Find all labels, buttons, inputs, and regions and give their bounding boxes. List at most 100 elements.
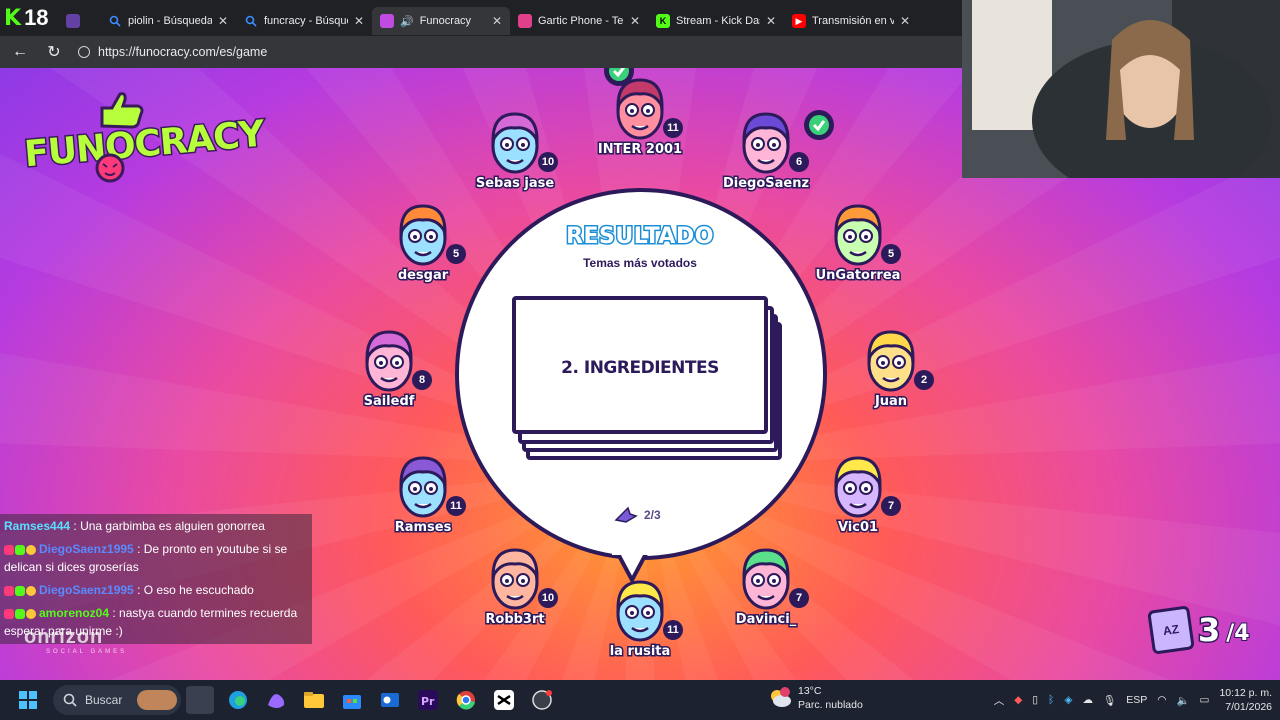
capcut-icon[interactable] (490, 686, 518, 714)
chevron-up-icon[interactable]: ︿ (994, 693, 1005, 708)
edge-icon[interactable] (224, 686, 252, 714)
player-avatar: Robb3rt 10 (460, 546, 570, 636)
player-name: Sebas jase (474, 175, 555, 193)
task-view-icon[interactable] (186, 686, 214, 714)
player-score: 2 (914, 370, 934, 390)
chat-username: amorenoz04 (39, 606, 110, 620)
avatar-face (742, 548, 790, 610)
avatar-face (834, 204, 882, 266)
close-icon[interactable]: ✕ (900, 14, 910, 28)
player-score: 5 (881, 244, 901, 264)
chat-username: DiegoSaenz1995 (39, 583, 134, 597)
player-name: Davinci_ (734, 611, 797, 629)
player-name: Juan (873, 393, 908, 411)
round-current: 3 (1196, 610, 1221, 651)
tab-gartic-phone[interactable]: Gartic Phone - Tele ✕ (510, 7, 648, 35)
player-avatar: Davinci_ 7 (711, 546, 821, 636)
premiere-icon[interactable]: Pr (414, 686, 442, 714)
clock[interactable]: 10:12 p. m. 7/01/2026 (1219, 686, 1272, 714)
kick-viewer-counter: K 18 (0, 0, 58, 36)
wifi-icon[interactable]: ◠ (1157, 694, 1166, 706)
copilot-icon[interactable] (262, 686, 290, 714)
avatar-face (834, 456, 882, 518)
bluetooth-icon[interactable]: ᛒ (1048, 694, 1054, 706)
player-avatar: desgar 5 (368, 202, 478, 292)
system-tray: ︿ ◆ ▯ ᛒ ◈ ☁ 🎙 ESP ◠ 🔈 ▭ 10:12 p. m. 7/01… (994, 680, 1280, 720)
chrome-icon[interactable] (452, 686, 480, 714)
avatar-face (399, 456, 447, 518)
webcam-overlay (962, 0, 1280, 178)
address-bar: ← ↻ https://funocracy.com/es/game (0, 36, 962, 68)
battery-icon[interactable]: ▭ (1200, 694, 1210, 706)
badge-icon (26, 545, 36, 555)
tab-funocracy[interactable]: 🔊 Funocracy ✕ (372, 7, 510, 35)
onedrive-icon[interactable]: ☁ (1082, 694, 1093, 706)
player-avatar: Sailedf 8 (334, 328, 444, 418)
funocracy-logo: FUNOCRACY (21, 92, 267, 186)
youtube-icon: ▶ (792, 14, 806, 28)
player-avatar: DiegoSaenz 6 (711, 110, 834, 200)
file-explorer-icon[interactable] (300, 686, 328, 714)
vote-progress: 2/3 (614, 506, 661, 524)
volume-icon[interactable]: 🔈 (1176, 694, 1189, 707)
reload-icon[interactable]: ↻ (44, 42, 64, 62)
tab-youtube-live[interactable]: ▶ Transmisión en viv ✕ (784, 7, 918, 35)
tab-funcracy-search[interactable]: funcracy - Búsqueda ✕ (236, 7, 372, 35)
chat-message: DiegoSaenz1995 : De pronto en youtube si… (4, 540, 308, 576)
taskbar-search[interactable]: Buscar (53, 685, 181, 715)
chat-badges (4, 586, 36, 596)
usb-icon[interactable]: ▯ (1032, 694, 1038, 706)
twitch-icon (66, 14, 80, 28)
badge-icon (15, 545, 25, 555)
obs-icon[interactable] (528, 686, 556, 714)
badge-icon (15, 586, 25, 596)
language-indicator[interactable]: ESP (1126, 694, 1147, 706)
funocracy-icon (380, 14, 394, 28)
close-icon[interactable]: ✕ (630, 14, 640, 28)
round-counter: AZ 3 /4 (1147, 605, 1251, 655)
search-highlight-icon (137, 690, 177, 710)
player-score: 6 (789, 152, 809, 172)
tab-kick-dashboard[interactable]: K Stream - Kick Dash ✕ (648, 7, 784, 35)
close-icon[interactable]: ✕ (354, 14, 364, 28)
security-shield-icon[interactable]: ◆ (1014, 694, 1022, 706)
player-avatar: Juan 2 (836, 328, 946, 418)
badge-icon (4, 609, 14, 619)
outlook-icon[interactable] (376, 686, 404, 714)
defender-icon[interactable]: ◈ (1064, 694, 1072, 706)
speaker-icon[interactable]: 🔊 (400, 15, 414, 28)
tab-twitch[interactable] (58, 7, 100, 35)
weather-widget[interactable]: 13°C Parc. nublado (768, 684, 863, 712)
round-total: /4 (1225, 620, 1250, 647)
badge-icon (4, 545, 14, 555)
url-field[interactable]: https://funocracy.com/es/game (78, 45, 267, 59)
avatar-face (399, 204, 447, 266)
voting-hand-icon (614, 506, 638, 523)
gartic-icon (518, 14, 532, 28)
avatar-face (867, 330, 915, 392)
close-icon[interactable]: ✕ (218, 14, 228, 28)
player-name: Sailedf (362, 393, 416, 411)
player-score: 10 (538, 152, 558, 172)
az-card-icon: AZ (1147, 605, 1195, 655)
result-subtitle: Temas más votados (583, 256, 697, 270)
close-icon[interactable]: ✕ (492, 14, 502, 28)
player-name: la rusita (608, 643, 672, 661)
player-name: Vic01 (836, 519, 879, 537)
player-avatar: la rusita 11 (585, 578, 695, 668)
microphone-icon[interactable]: 🎙 (1103, 694, 1116, 707)
player-name: Ramses (393, 519, 453, 537)
back-arrow-icon[interactable]: ← (10, 43, 30, 61)
topic-text: 2. INGREDIENTES (561, 358, 719, 378)
site-info-icon[interactable] (78, 46, 90, 58)
windows-start-icon[interactable] (14, 686, 42, 714)
emoji-face-icon (95, 153, 125, 183)
store-icon[interactable] (338, 686, 366, 714)
chat-badges (4, 609, 36, 619)
tab-piolin-search[interactable]: piolin - Búsqueda ✕ (100, 7, 236, 35)
voted-check-icon (804, 110, 834, 140)
close-icon[interactable]: ✕ (766, 14, 776, 28)
player-score: 11 (663, 620, 683, 640)
search-icon (108, 14, 122, 28)
player-avatar: INTER 2001 11 (585, 68, 695, 166)
